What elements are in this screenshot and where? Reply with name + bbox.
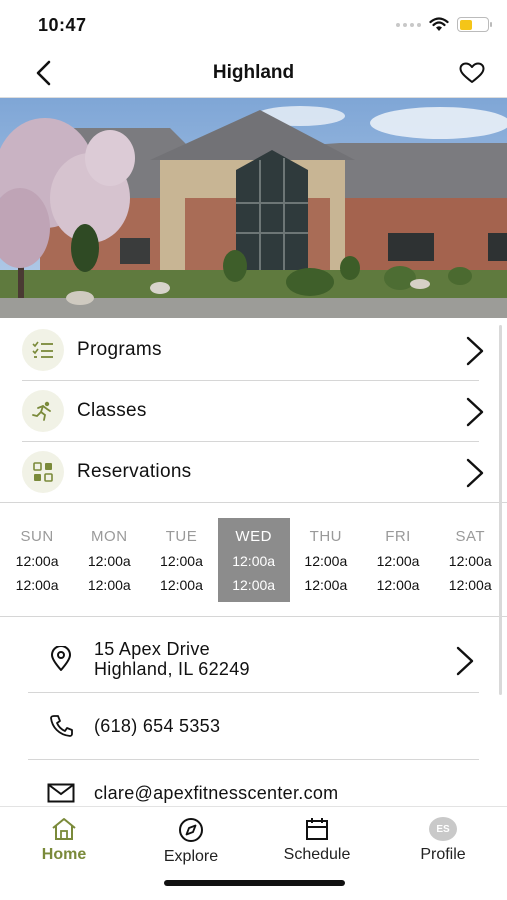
reservations-row[interactable]: Reservations: [22, 442, 484, 503]
address-line-2: Highland, IL 62249: [94, 659, 250, 679]
status-bar: 10:47: [0, 0, 507, 48]
tab-label: Profile: [420, 846, 466, 863]
day-name: FRI: [385, 528, 411, 545]
day-column-fri: FRI 12:00a 12:00a: [362, 518, 434, 602]
compass-icon: [179, 818, 203, 842]
address-text: 15 Apex Drive Highland, IL 62249: [94, 639, 250, 679]
chevron-right-icon: [466, 458, 484, 488]
close-time: 12:00a: [232, 577, 276, 593]
tab-home[interactable]: Home: [14, 817, 114, 864]
open-time: 12:00a: [15, 553, 59, 569]
open-time: 12:00a: [87, 553, 131, 569]
signal-icon: [396, 22, 421, 27]
tab-profile[interactable]: ES Profile: [393, 817, 493, 864]
open-time: 12:00a: [304, 553, 348, 569]
phone-icon: [44, 714, 78, 738]
location-menu: Programs Classes Reservations: [0, 320, 507, 503]
chevron-right-icon: [456, 646, 474, 676]
day-name: SUN: [20, 528, 54, 545]
chevron-right-icon: [466, 336, 484, 366]
day-column-thu: THU 12:00a 12:00a: [290, 518, 362, 602]
day-name: TUE: [165, 528, 198, 545]
scrollbar[interactable]: [499, 325, 502, 695]
hours-grid: SUN 12:00a 12:00a MON 12:00a 12:00a TUE …: [1, 518, 506, 602]
calendar-icon: [306, 818, 328, 840]
location-pin-icon: [44, 646, 78, 672]
tab-label: Home: [41, 846, 87, 863]
close-time: 12:00a: [448, 577, 492, 593]
home-icon: [52, 818, 76, 840]
menu-label: Reservations: [77, 461, 192, 482]
tab-schedule[interactable]: Schedule: [267, 817, 367, 864]
address-line-1: 15 Apex Drive: [94, 639, 210, 659]
home-indicator: [164, 880, 345, 886]
phone-row[interactable]: (618) 654 5353: [28, 693, 479, 760]
mail-icon: [44, 783, 78, 803]
avatar: ES: [429, 817, 457, 841]
status-time: 10:47: [38, 15, 87, 35]
day-name: MON: [91, 528, 128, 545]
heart-icon: [459, 62, 485, 83]
tab-label: Explore: [163, 848, 219, 865]
day-name: WED: [235, 528, 272, 545]
runner-icon: [22, 390, 64, 432]
close-time: 12:00a: [160, 577, 203, 593]
close-time: 12:00a: [15, 577, 59, 593]
page-title: Highland: [212, 62, 295, 83]
day-name: SAT: [455, 528, 485, 545]
day-name: THU: [309, 528, 342, 545]
address-row[interactable]: 15 Apex Drive Highland, IL 62249: [28, 626, 479, 693]
email-address: clare@apexfitnesscenter.com: [94, 783, 339, 803]
open-time: 12:00a: [448, 553, 492, 569]
day-column-sun: SUN 12:00a 12:00a: [1, 518, 73, 602]
menu-label: Programs: [77, 339, 162, 360]
chevron-right-icon: [466, 397, 484, 427]
favorite-button[interactable]: [457, 58, 487, 88]
tab-explore[interactable]: Explore: [141, 817, 241, 866]
hours-table: SUN 12:00a 12:00a MON 12:00a 12:00a TUE …: [0, 502, 507, 617]
location-photo: [0, 98, 507, 318]
nav-bar: Highland: [0, 48, 507, 98]
grid-icon: [22, 451, 64, 493]
programs-row[interactable]: Programs: [22, 320, 484, 381]
close-time: 12:00a: [87, 577, 131, 593]
wifi-icon: [429, 17, 449, 31]
open-time: 12:00a: [160, 553, 203, 569]
contact-info: 15 Apex Drive Highland, IL 62249 (618) 6…: [0, 626, 507, 826]
close-time: 12:00a: [304, 577, 348, 593]
tab-label: Schedule: [283, 846, 351, 863]
open-time: 12:00a: [376, 553, 420, 569]
day-column-wed-today: WED 12:00a 12:00a: [217, 518, 290, 602]
phone-number: (618) 654 5353: [94, 716, 221, 736]
battery-icon: [457, 17, 492, 32]
classes-row[interactable]: Classes: [22, 381, 484, 442]
close-time: 12:00a: [376, 577, 420, 593]
status-indicators: [396, 17, 492, 32]
open-time: 12:00a: [232, 553, 276, 569]
list-check-icon: [22, 329, 64, 371]
day-column-sat: SAT 12:00a 12:00a: [434, 518, 506, 602]
day-column-mon: MON 12:00a 12:00a: [73, 518, 145, 602]
menu-label: Classes: [77, 400, 147, 421]
day-column-tue: TUE 12:00a 12:00a: [145, 518, 217, 602]
